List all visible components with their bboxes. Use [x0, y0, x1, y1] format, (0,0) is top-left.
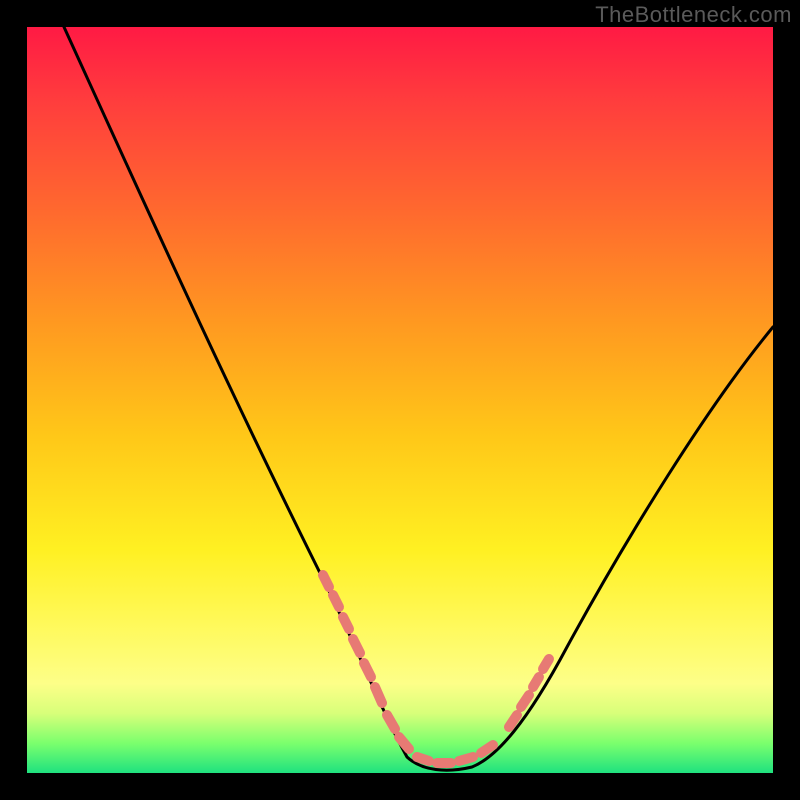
- bottleneck-curve: [64, 27, 773, 770]
- chart-frame: TheBottleneck.com: [0, 0, 800, 800]
- watermark-text: TheBottleneck.com: [595, 2, 792, 28]
- marker-dots: [323, 575, 549, 763]
- chart-svg: [27, 27, 773, 773]
- plot-area: [27, 27, 773, 773]
